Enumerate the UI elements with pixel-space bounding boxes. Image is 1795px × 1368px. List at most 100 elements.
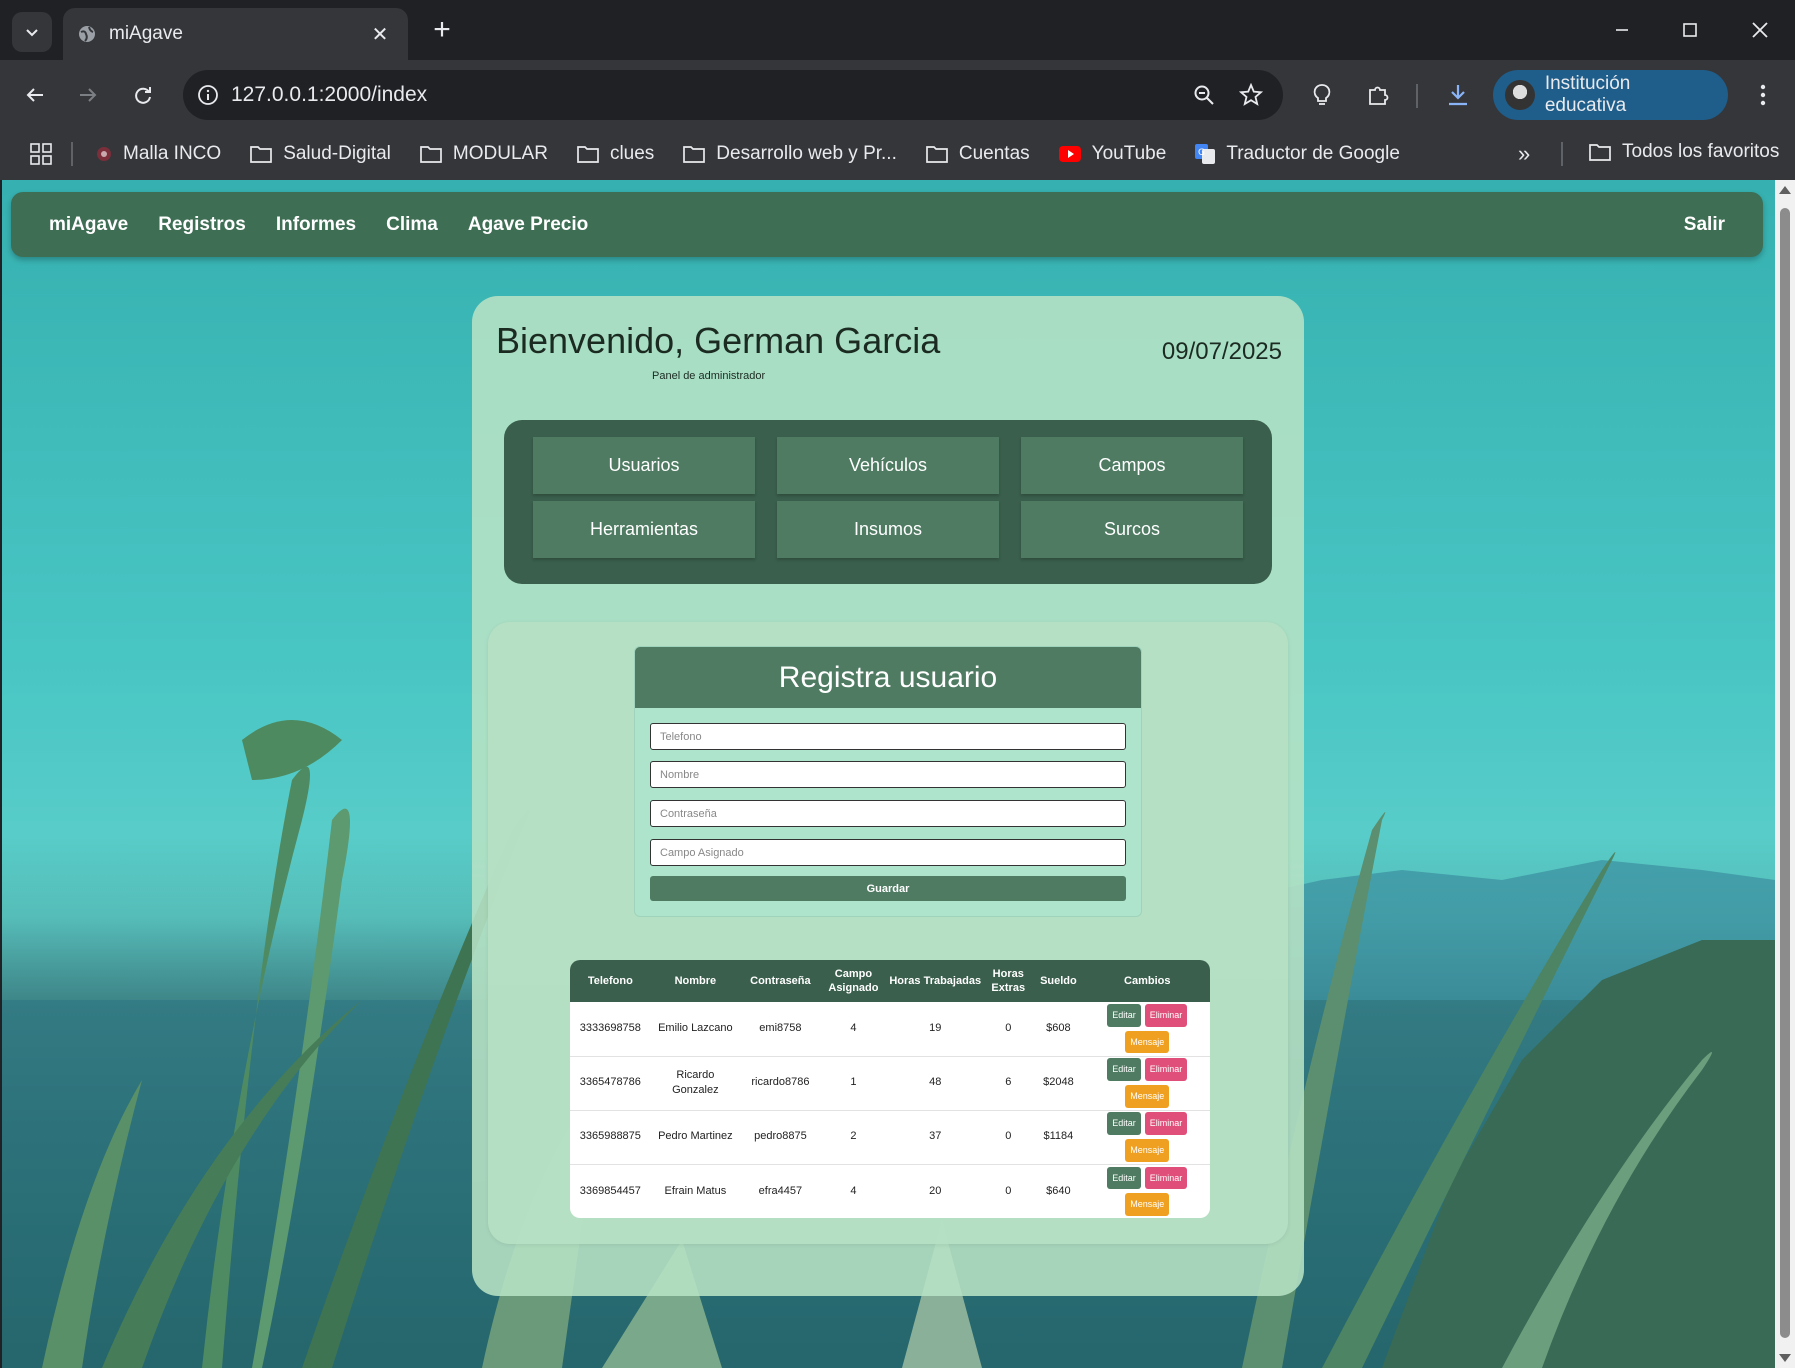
downloads-button[interactable] — [1439, 76, 1477, 114]
globe-icon — [79, 26, 95, 42]
zoom-icon[interactable] — [1193, 84, 1215, 106]
cell-extras: 6 — [1005, 1076, 1012, 1089]
delete-button[interactable]: Eliminar — [1144, 1004, 1188, 1027]
apps-icon[interactable] — [29, 142, 53, 166]
nav-link-informes[interactable]: Informes — [276, 214, 356, 236]
profile-label: Institución educativa — [1544, 73, 1631, 116]
page-viewport: miAgave Registros Informes Clima Agave P… — [2, 180, 1775, 1368]
address-bar[interactable]: 127.0.0.1:2000/index — [183, 70, 1283, 120]
bookmark-item[interactable]: YouTube — [1058, 143, 1166, 165]
bookmark-label: Traductor de Google — [1226, 143, 1400, 164]
menu-button-campos[interactable]: Campos — [1021, 437, 1243, 494]
menu-button-usuarios[interactable]: Usuarios — [533, 437, 755, 494]
bookmark-label: Salud-Digital — [283, 143, 391, 164]
bookmark-item[interactable]: MODULAR — [419, 143, 548, 165]
delete-button[interactable]: Eliminar — [1144, 1058, 1188, 1081]
delete-button[interactable]: Eliminar — [1144, 1112, 1188, 1135]
nav-link-clima[interactable]: Clima — [386, 214, 438, 236]
new-tab-button[interactable]: + — [424, 12, 460, 48]
all-bookmarks-label: Todos los favoritos — [1622, 141, 1780, 162]
folder-icon — [249, 144, 273, 164]
cell-sueldo: $608 — [1046, 1022, 1071, 1035]
nav-link-miagave[interactable]: miAgave — [49, 214, 128, 236]
bookmark-item[interactable]: Cuentas — [925, 143, 1030, 165]
cell-campo: 4 — [850, 1184, 857, 1197]
bookmark-item[interactable]: clues — [576, 143, 654, 165]
cell-campo: 4 — [850, 1022, 857, 1035]
browser-tab[interactable]: miAgave ✕ — [63, 8, 408, 60]
maximize-button[interactable] — [1670, 12, 1710, 48]
current-date: 09/07/2025 — [1161, 338, 1282, 365]
column-header: Cambios — [1124, 974, 1171, 987]
name-input[interactable] — [650, 761, 1126, 788]
folder-icon — [576, 144, 600, 164]
reload-button[interactable] — [124, 76, 162, 114]
phone-input[interactable] — [650, 723, 1126, 750]
scroll-up-icon[interactable] — [1779, 186, 1791, 194]
cell-horas: 48 — [929, 1076, 942, 1089]
scroll-thumb[interactable] — [1780, 208, 1790, 1338]
forward-button[interactable] — [69, 76, 107, 114]
table-row: 3365988875 Pedro Martinez pedro8875 2 37… — [570, 1110, 1210, 1164]
cell-actions: Editar Eliminar Mensaje — [1085, 1002, 1210, 1056]
cell-nombre: Emilio Lazcano — [658, 1022, 733, 1035]
menu-button-surcos[interactable]: Surcos — [1021, 501, 1243, 558]
edit-button[interactable]: Editar — [1107, 1112, 1141, 1135]
folder-icon — [682, 144, 706, 164]
edit-button[interactable]: Editar — [1107, 1004, 1141, 1027]
column-header: Telefono — [587, 974, 633, 987]
tab-search-button[interactable] — [12, 12, 52, 52]
browser-menu-button[interactable] — [1744, 76, 1782, 114]
message-button[interactable]: Mensaje — [1125, 1193, 1170, 1216]
folder-icon — [1588, 142, 1612, 162]
profile-button[interactable]: Institución educativa — [1493, 70, 1728, 120]
cell-contrasena: ricardo8786 — [751, 1076, 810, 1089]
message-button[interactable]: Mensaje — [1125, 1139, 1170, 1162]
tab-strip: miAgave ✕ + — [0, 0, 1795, 60]
extensions-button[interactable] — [1359, 76, 1397, 114]
back-button[interactable] — [16, 76, 54, 114]
cell-telefono: 3369854457 — [579, 1184, 641, 1197]
password-input[interactable] — [650, 800, 1126, 827]
maximize-icon — [1683, 23, 1697, 37]
close-window-button[interactable] — [1740, 12, 1780, 48]
cell-nombre: Pedro Martinez — [658, 1130, 733, 1143]
edit-button[interactable]: Editar — [1107, 1166, 1141, 1190]
site-info-icon[interactable] — [197, 84, 219, 106]
logout-link[interactable]: Salir — [1684, 214, 1725, 236]
bookmark-item[interactable]: G Traductor de Google — [1194, 143, 1400, 165]
message-button[interactable]: Mensaje — [1125, 1030, 1170, 1054]
cell-telefono: 3365988875 — [579, 1130, 641, 1143]
delete-button[interactable]: Eliminar — [1144, 1166, 1188, 1190]
close-tab-icon[interactable]: ✕ — [366, 22, 394, 47]
cell-campo: 2 — [850, 1130, 857, 1143]
nav-link-agave-precio[interactable]: Agave Precio — [468, 214, 588, 236]
bookmark-item[interactable]: Malla INCO — [95, 143, 221, 165]
cell-horas: 37 — [929, 1130, 942, 1143]
column-header: Campo Asignado — [828, 967, 879, 994]
nav-link-registros[interactable]: Registros — [158, 214, 246, 236]
menu-button-insumos[interactable]: Insumos — [777, 501, 999, 558]
lightbulb-button[interactable] — [1303, 76, 1341, 114]
bookmark-item[interactable]: Salud-Digital — [249, 143, 391, 165]
cell-actions: Editar Eliminar Mensaje — [1085, 1110, 1210, 1164]
toolbar-divider — [1416, 84, 1418, 108]
scroll-down-icon[interactable] — [1779, 1354, 1791, 1362]
more-bookmarks-icon[interactable]: » — [1518, 141, 1530, 167]
page-title: Bienvenido, German Garcia — [496, 320, 941, 361]
star-icon[interactable] — [1239, 83, 1263, 107]
message-button[interactable]: Mensaje — [1125, 1085, 1170, 1108]
edit-button[interactable]: Editar — [1107, 1058, 1141, 1081]
menu-button-herramientas[interactable]: Herramientas — [533, 501, 755, 558]
minimize-button[interactable] — [1602, 12, 1642, 48]
assigned-field-input[interactable] — [650, 839, 1126, 866]
menu-button-vehiculos[interactable]: Vehículos — [777, 437, 999, 494]
page-subtitle: Panel de administrador — [652, 370, 766, 382]
lightbulb-icon — [1313, 84, 1331, 105]
page-scrollbar[interactable] — [1775, 180, 1795, 1368]
svg-text:G: G — [1198, 148, 1205, 158]
save-button[interactable]: Guardar — [650, 876, 1126, 901]
all-bookmarks-button[interactable]: Todos los favoritos — [1588, 141, 1779, 163]
bookmark-item[interactable]: Desarrollo web y Pr... — [682, 143, 897, 165]
minimize-icon — [1616, 29, 1628, 31]
